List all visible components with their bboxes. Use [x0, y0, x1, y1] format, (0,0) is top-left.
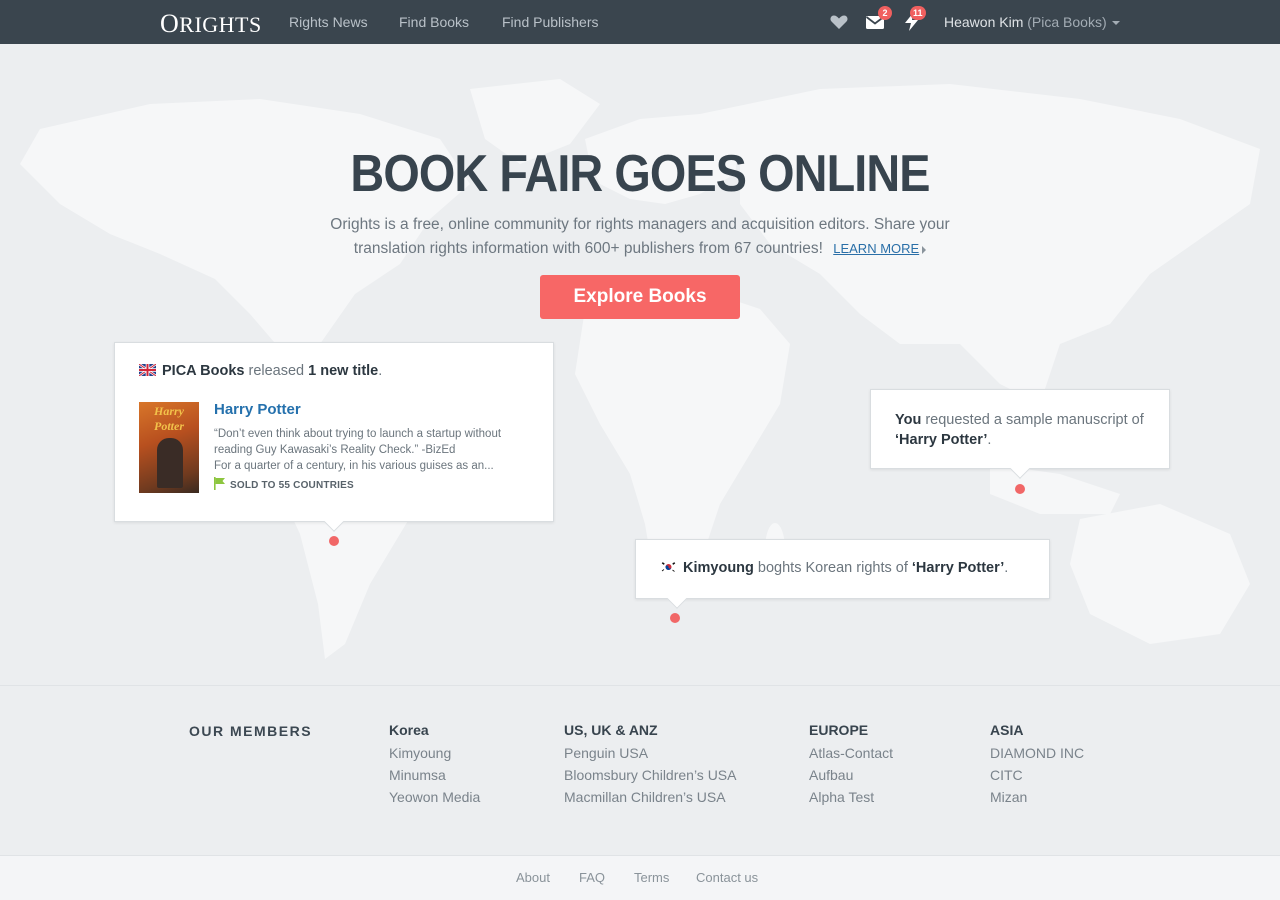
book-quote: “Don’t even think about trying to launch… [214, 428, 502, 456]
notifications-badge: 11 [910, 6, 926, 20]
sold-countries: SOLD TO 55 COUNTRIES [214, 477, 354, 491]
region-heading: US, UK & ANZ [564, 722, 658, 738]
nav-find-books[interactable]: Find Books [399, 14, 469, 30]
hero-section: BOOK FAIR GOES ONLINE Orights is a free,… [0, 44, 1280, 685]
member-link[interactable]: CITC [990, 764, 1084, 786]
footer-about-link[interactable]: About [516, 870, 550, 885]
member-link[interactable]: Bloomsbury Children’s USA [564, 764, 736, 786]
flag-icon [214, 477, 225, 490]
members-section: OUR MEMBERS Korea Kimyoung Minumsa Yeowo… [0, 685, 1280, 855]
members-title: OUR MEMBERS [189, 723, 313, 739]
chevron-down-icon [1111, 21, 1120, 26]
member-link[interactable]: Mizan [990, 786, 1084, 808]
logo-text: ORIGHTS [160, 9, 262, 38]
chevron-right-icon [922, 245, 927, 254]
map-marker-africa[interactable] [670, 613, 680, 623]
purchase-action: boghts Korean rights of [757, 560, 908, 576]
request-card: You requested a sample manuscript of ‘Ha… [870, 389, 1170, 479]
book-blurb: For a quarter of a century, in his vario… [214, 460, 494, 472]
footer: About FAQ Terms Contact us [0, 855, 1280, 900]
purchase-text: Kimyoung boghts Korean rights of ‘Harry … [660, 560, 1008, 576]
members-column-asia: ASIA DIAMOND INC CITC Mizan [990, 722, 1084, 808]
publisher-name[interactable]: PICA Books [162, 363, 244, 379]
member-link[interactable]: Atlas-Contact [809, 742, 893, 764]
footer-contact-link[interactable]: Contact us [696, 870, 758, 885]
region-heading: ASIA [990, 722, 1024, 738]
sold-text: SOLD TO 55 COUNTRIES [230, 480, 354, 491]
lightning-icon[interactable]: 11 [902, 6, 926, 32]
request-action: requested a sample manuscript of [925, 412, 1144, 428]
hero-title: BOOK FAIR GOES ONLINE [350, 145, 930, 203]
purchase-card: Kimyoung boghts Korean rights of ‘Harry … [635, 539, 1050, 609]
member-link[interactable]: DIAMOND INC [990, 742, 1084, 764]
korea-flag-icon [660, 561, 677, 573]
region-heading: Korea [389, 722, 429, 738]
member-link[interactable]: Aufbau [809, 764, 893, 786]
region-heading: EUROPE [809, 722, 869, 738]
request-title[interactable]: ‘Harry Potter’ [895, 432, 987, 448]
user-name: Heawon Kim [944, 14, 1024, 30]
purchase-actor[interactable]: Kimyoung [683, 560, 754, 576]
user-org: (Pica Books) [1027, 14, 1107, 30]
envelope-icon[interactable]: 2 [865, 6, 892, 32]
hero-subtitle: Orights is a free, online community for … [300, 213, 980, 261]
members-column-korea: Korea Kimyoung Minumsa Yeowon Media [389, 722, 480, 808]
user-menu[interactable]: Heawon Kim (Pica Books) [944, 14, 1120, 30]
release-count: 1 new title [308, 363, 379, 379]
member-link[interactable]: Alpha Test [809, 786, 893, 808]
explore-books-button[interactable]: Explore Books [540, 275, 740, 319]
request-actor: You [895, 412, 922, 428]
learn-more-label: LEARN MORE [833, 241, 920, 256]
book-description: “Don’t even think about trying to launch… [214, 426, 534, 474]
learn-more-link[interactable]: LEARN MORE [833, 241, 927, 256]
map-marker-asia[interactable] [1015, 484, 1025, 494]
release-card: PICA Books released 1 new title. Harry P… [114, 342, 554, 532]
footer-terms-link[interactable]: Terms [634, 870, 669, 885]
book-cover-image[interactable]: Harry Potter [139, 402, 199, 493]
nav-rights-news[interactable]: Rights News [289, 14, 368, 30]
footer-faq-link[interactable]: FAQ [579, 870, 605, 885]
uk-flag-icon [139, 364, 156, 376]
release-headline: PICA Books released 1 new title. [139, 363, 382, 379]
release-verb: released [248, 363, 305, 379]
logo[interactable]: ORIGHTS [160, 9, 262, 39]
book-title-link[interactable]: Harry Potter [214, 401, 301, 418]
heart-icon[interactable] [829, 12, 849, 32]
purchase-title[interactable]: ‘Harry Potter’ [912, 560, 1004, 576]
map-marker-americas[interactable] [329, 536, 339, 546]
member-link[interactable]: Yeowon Media [389, 786, 480, 808]
members-column-us-uk-anz: US, UK & ANZ Penguin USA Bloomsbury Chil… [564, 722, 736, 808]
member-link[interactable]: Penguin USA [564, 742, 736, 764]
members-column-europe: EUROPE Atlas-Contact Aufbau Alpha Test [809, 722, 893, 808]
member-link[interactable]: Minumsa [389, 764, 480, 786]
member-link[interactable]: Macmillan Children’s USA [564, 786, 736, 808]
request-text: You requested a sample manuscript of ‘Ha… [895, 412, 1144, 448]
book-cover-title: Harry Potter [154, 404, 184, 433]
nav-find-publishers[interactable]: Find Publishers [502, 14, 599, 30]
member-link[interactable]: Kimyoung [389, 742, 480, 764]
top-navbar: ORIGHTS Rights News Find Books Find Publ… [0, 0, 1280, 44]
messages-badge: 2 [878, 6, 892, 20]
